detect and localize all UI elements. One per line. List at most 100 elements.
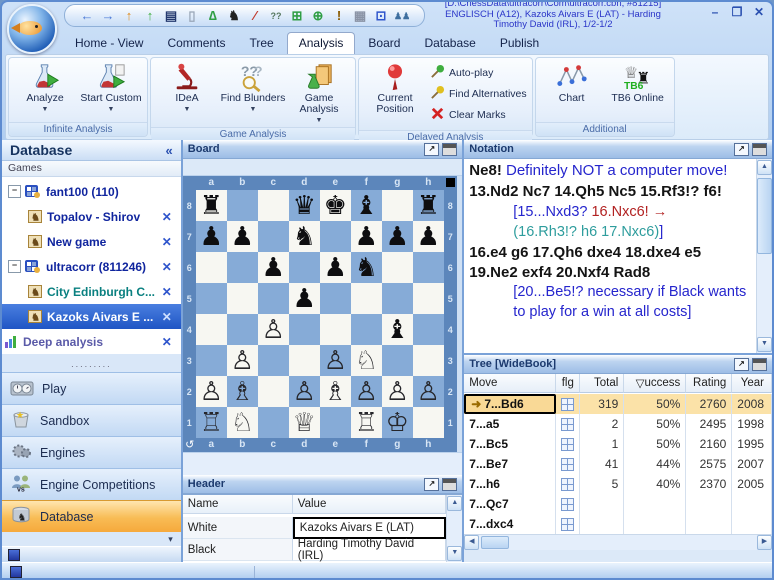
notation-text[interactable]: Ne8! Definitely NOT a computer move!13.N… (464, 159, 756, 353)
chart-button[interactable]: Chart (539, 60, 605, 105)
analyze-button[interactable]: Analyze▼ (12, 60, 78, 114)
forward-icon[interactable]: → (100, 6, 116, 26)
column-rating[interactable]: Rating (686, 374, 732, 393)
chevron-down-icon[interactable]: ▼ (108, 106, 115, 113)
tree-row-7-Qc7[interactable]: 7...Qc7 (464, 494, 772, 514)
square-e1[interactable] (320, 407, 351, 438)
tab-publish[interactable]: Publish (489, 33, 550, 54)
square-e8[interactable]: ♚ (320, 190, 351, 221)
column-move[interactable]: Move (464, 374, 556, 393)
square-e5[interactable] (320, 283, 351, 314)
sidebar-item-new-game[interactable]: ♞New game✕ (2, 229, 181, 254)
square-f8[interactable]: ♝ (351, 190, 382, 221)
square-a1[interactable]: ♖ (196, 407, 227, 438)
notation-segment[interactable]: [15...Nxd3? (513, 204, 591, 220)
column-total[interactable]: Total (580, 374, 624, 393)
notation-collapse-icon[interactable] (752, 143, 767, 156)
move-cell[interactable]: 7...dxc4 (464, 514, 556, 534)
flag-cell[interactable] (556, 514, 580, 534)
nav-database-button[interactable]: ♞Database (2, 500, 181, 532)
square-h1[interactable] (413, 407, 444, 438)
square-b4[interactable] (227, 314, 258, 345)
game-analysis-button[interactable]: Game Analysis▼ (286, 60, 352, 125)
header-collapse-icon[interactable] (442, 478, 457, 491)
annotate-icon[interactable]: ! (331, 6, 347, 26)
tree-row-7-Bc5[interactable]: 7...Bc5150%21601995 (464, 434, 772, 454)
save-icon[interactable]: ▤ (163, 6, 179, 26)
square-a3[interactable] (196, 345, 227, 376)
square-f4[interactable] (351, 314, 382, 345)
expander-icon[interactable]: − (8, 260, 21, 273)
square-g6[interactable] (382, 252, 413, 283)
column-value[interactable]: Value (293, 495, 447, 514)
flag-cell[interactable] (556, 494, 580, 514)
header-row-black[interactable]: BlackHarding Timothy David (IRL) (183, 539, 447, 561)
square-c8[interactable] (258, 190, 289, 221)
square-a4[interactable] (196, 314, 227, 345)
app-logo-icon[interactable] (7, 4, 57, 54)
square-h2[interactable]: ♙ (413, 376, 444, 407)
close-button[interactable]: ✕ (752, 5, 766, 19)
auto-play-button[interactable]: Auto-play (430, 64, 527, 82)
square-c4[interactable]: ♙ (258, 314, 289, 345)
sidebar-item-deep-analysis[interactable]: Deep analysis✕ (2, 329, 181, 354)
sidebar-item-city-edinburgh-c-[interactable]: ♞City Edinburgh C...✕ (2, 279, 181, 304)
square-b8[interactable] (227, 190, 258, 221)
nav-engine-competitions-button[interactable]: vsEngine Competitions (2, 468, 181, 500)
square-d5[interactable]: ♟ (289, 283, 320, 314)
header-row-white[interactable]: WhiteKazoks Aivars E (LAT) (183, 517, 447, 539)
current-position-button[interactable]: Current Position (362, 60, 428, 116)
network-add-icon[interactable]: ⊕ (310, 6, 326, 26)
scroll-left-icon[interactable]: ◀ (464, 535, 479, 550)
board-popout-icon[interactable]: ↗ (424, 143, 439, 156)
square-e2[interactable]: ♗ (320, 376, 351, 407)
tree-row-7-Be7[interactable]: 7...Be74144%25752007 (464, 454, 772, 474)
maximize-button[interactable]: ❐ (730, 5, 744, 19)
new-game-icon[interactable]: ▯ (184, 6, 200, 26)
blunder-check-icon[interactable]: ?? (268, 6, 284, 26)
notation-segment[interactable]: 13.Nd2 Nc7 14.Qh5 Nc5 15.Rf3!? f6! (469, 183, 722, 200)
collapse-sidebar-icon[interactable]: « (166, 143, 173, 158)
nav-more-chevron-icon[interactable]: ▾ (2, 532, 181, 546)
minimize-button[interactable]: – (708, 5, 722, 19)
square-b6[interactable] (227, 252, 258, 283)
notation-segment[interactable]: Definitely NOT a computer move! (502, 162, 728, 179)
notation-segment[interactable]: ] (659, 224, 663, 240)
chevron-down-icon[interactable]: ▼ (184, 106, 191, 113)
tab-database[interactable]: Database (413, 33, 486, 54)
square-c6[interactable]: ♟ (258, 252, 289, 283)
flag-cell[interactable] (556, 394, 580, 414)
square-a8[interactable]: ♜ (196, 190, 227, 221)
square-f5[interactable] (351, 283, 382, 314)
knight-icon[interactable]: ♞ (226, 6, 242, 26)
scroll-down-icon[interactable]: ▼ (447, 546, 462, 561)
tab-board[interactable]: Board (357, 33, 411, 54)
square-g4[interactable]: ♝ (382, 314, 413, 345)
square-e3[interactable]: ♙ (320, 345, 351, 376)
idea-button[interactable]: IDeA▼ (154, 60, 220, 114)
square-h8[interactable]: ♜ (413, 190, 444, 221)
notation-segment[interactable]: → (649, 204, 668, 220)
square-g5[interactable] (382, 283, 413, 314)
column-success[interactable]: ▽ uccess (624, 374, 686, 393)
square-b5[interactable] (227, 283, 258, 314)
square-g3[interactable] (382, 345, 413, 376)
scroll-up-icon[interactable]: ▲ (757, 160, 772, 175)
scroll-right-icon[interactable]: ▶ (757, 535, 772, 550)
square-d2[interactable]: ♙ (289, 376, 320, 407)
square-d4[interactable] (289, 314, 320, 345)
header-value-cell[interactable]: Kazoks Aivars E (LAT) (293, 517, 447, 539)
move-cell[interactable]: ➜7...Bd6 (464, 394, 556, 414)
notation-segment[interactable]: (16.Rh3!? h6 17.Nxc6) (513, 224, 659, 240)
square-f7[interactable]: ♟ (351, 221, 382, 252)
close-icon[interactable]: ✕ (162, 285, 172, 299)
tree-collapse-icon[interactable] (752, 358, 767, 371)
square-d6[interactable] (289, 252, 320, 283)
square-e6[interactable]: ♟ (320, 252, 351, 283)
flag-cell[interactable] (556, 474, 580, 494)
tab-tree[interactable]: Tree (238, 33, 284, 54)
start-custom-button[interactable]: Start Custom▼ (78, 60, 144, 114)
square-g1[interactable]: ♔ (382, 407, 413, 438)
notation-segment[interactable]: 16.e4 g6 17.Qh6 dxe4 18.dxe4 e5 19.Ne2 e… (469, 244, 701, 281)
sidebar-item-topalov-shirov[interactable]: ♞Topalov - Shirov✕ (2, 204, 181, 229)
